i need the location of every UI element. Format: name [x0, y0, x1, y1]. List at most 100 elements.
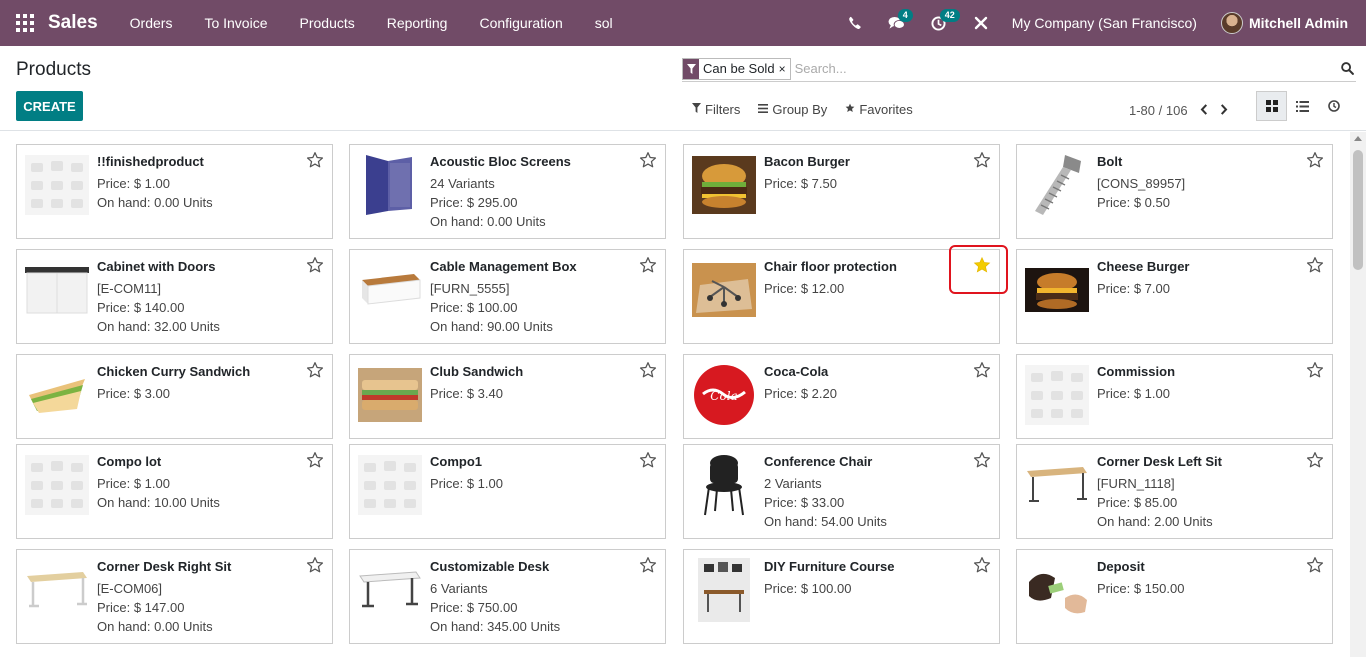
product-image	[358, 365, 422, 425]
product-card[interactable]: Cola Coca-Cola Price: $ 2.20	[683, 354, 1000, 439]
product-card[interactable]: Cheese Burger Price: $ 7.00	[1016, 249, 1333, 344]
filters-dropdown[interactable]: Filters	[692, 102, 740, 117]
favorite-star-icon[interactable]	[1306, 256, 1324, 274]
favorite-star-icon[interactable]	[639, 256, 657, 274]
product-image	[1025, 455, 1089, 515]
search-bar: Can be Sold ×	[682, 56, 1356, 82]
favorite-star-icon[interactable]	[639, 151, 657, 169]
product-info-line: Price: $ 1.00	[97, 476, 170, 491]
favorite-star-icon[interactable]	[306, 556, 324, 574]
search-input[interactable]	[794, 57, 1338, 80]
product-info-line: Price: $ 1.00	[430, 476, 503, 491]
favorite-star-icon[interactable]	[306, 151, 324, 169]
product-name: Conference Chair	[764, 454, 873, 469]
product-card[interactable]: Club Sandwich Price: $ 3.40	[349, 354, 666, 439]
messages-icon[interactable]: 4	[876, 0, 918, 46]
phone-icon[interactable]	[834, 0, 876, 46]
product-card[interactable]: Bacon Burger Price: $ 7.50	[683, 144, 1000, 239]
product-name: Chicken Curry Sandwich	[97, 364, 251, 379]
product-card[interactable]: Cabinet with Doors [E-COM11] Price: $ 140.…	[16, 249, 333, 344]
filter-icon	[683, 58, 699, 79]
pager-previous-icon[interactable]	[1200, 102, 1208, 118]
favorite-star-icon[interactable]	[973, 556, 991, 574]
product-name: Compo1	[430, 454, 482, 469]
product-info-line: 24 Variants	[430, 176, 495, 191]
product-card[interactable]: Compo1 Price: $ 1.00	[349, 444, 666, 539]
product-name: Cabinet with Doors	[97, 259, 216, 274]
activity-view-icon[interactable]	[1318, 91, 1349, 121]
product-card[interactable]: Chicken Curry Sandwich Price: $ 3.00	[16, 354, 333, 439]
product-card[interactable]: Deposit Price: $ 150.00	[1016, 549, 1333, 644]
favorite-star-icon[interactable]	[1306, 451, 1324, 469]
favorite-star-icon[interactable]	[306, 451, 324, 469]
product-details: Bolt [CONS_89957] Price: $ 0.50	[1097, 153, 1302, 212]
product-card[interactable]: Acoustic Bloc Screens 24 Variants Price: $…	[349, 144, 666, 239]
pager-next-icon[interactable]	[1220, 102, 1228, 118]
product-details: Chair floor protection Price: $ 12.00	[764, 258, 969, 298]
product-info-line: Price: $ 33.00	[764, 495, 845, 510]
favorite-star-icon[interactable]	[973, 361, 991, 379]
filter-facet: Can be Sold ×	[682, 57, 791, 80]
user-menu[interactable]: Mitchell Admin	[1220, 12, 1366, 34]
product-info-line: Price: $ 3.00	[97, 386, 170, 401]
kanban-view-icon[interactable]	[1256, 91, 1287, 121]
menu-products[interactable]: Products	[284, 0, 371, 46]
facet-remove-icon[interactable]: ×	[779, 59, 790, 79]
scroll-thumb[interactable]	[1353, 150, 1363, 270]
facet-label: Can be Sold	[703, 60, 775, 76]
product-card[interactable]: DIY Furniture Course Price: $ 100.00	[683, 549, 1000, 644]
product-info-line: [FURN_5555]	[430, 281, 510, 296]
favorites-dropdown[interactable]: Favorites	[845, 102, 913, 117]
create-button[interactable]: CREATE	[16, 91, 83, 121]
favorite-star-icon[interactable]	[639, 451, 657, 469]
list-view-icon[interactable]	[1287, 91, 1318, 121]
favorite-star-icon[interactable]	[1306, 556, 1324, 574]
scrollbar[interactable]	[1350, 132, 1366, 657]
product-card[interactable]: Compo lot Price: $ 1.00 On hand: 10.00 Uni…	[16, 444, 333, 539]
product-info-line: Price: $ 140.00	[97, 300, 185, 315]
menu-configuration[interactable]: Configuration	[463, 0, 578, 46]
product-image	[25, 365, 89, 425]
product-card[interactable]: Customizable Desk 6 Variants Price: $ 750.…	[349, 549, 666, 644]
favorite-star-icon[interactable]	[306, 361, 324, 379]
product-name: Corner Desk Right Sit	[97, 559, 232, 574]
product-details: Cheese Burger Price: $ 7.00	[1097, 258, 1302, 298]
activities-icon[interactable]: 42	[918, 0, 960, 46]
product-card[interactable]: Commission Price: $ 1.00	[1016, 354, 1333, 439]
apps-menu-icon[interactable]	[16, 14, 34, 32]
favorite-star-icon[interactable]	[973, 151, 991, 169]
product-card[interactable]: !!finishedproduct Price: $ 1.00 On hand: 0…	[16, 144, 333, 239]
menu-orders[interactable]: Orders	[114, 0, 189, 46]
search-icon[interactable]	[1338, 62, 1356, 75]
favorite-star-icon[interactable]	[639, 556, 657, 574]
favorite-highlight	[949, 245, 1008, 294]
product-info-line: Price: $ 750.00	[430, 600, 518, 615]
pager-value[interactable]: 1-80 / 106	[1129, 103, 1188, 118]
favorite-star-icon[interactable]	[973, 451, 991, 469]
product-card[interactable]: Conference Chair 2 Variants Price: $ 33.00…	[683, 444, 1000, 539]
product-details: Commission Price: $ 1.00	[1097, 363, 1302, 403]
product-image	[1025, 260, 1089, 320]
favorite-star-icon[interactable]	[1306, 151, 1324, 169]
product-details: DIY Furniture Course Price: $ 100.00	[764, 558, 969, 598]
product-card[interactable]: Corner Desk Left Sit [FURN_1118] Price: $ …	[1016, 444, 1333, 539]
groupby-dropdown[interactable]: Group By	[758, 102, 827, 117]
product-image	[358, 260, 422, 320]
favorite-star-icon[interactable]	[1306, 361, 1324, 379]
product-card[interactable]: Cable Management Box [FURN_5555] Price: $ …	[349, 249, 666, 344]
debug-tools-icon[interactable]	[960, 0, 1002, 46]
menu-reporting[interactable]: Reporting	[371, 0, 464, 46]
app-brand[interactable]: Sales	[48, 12, 98, 34]
favorite-star-icon[interactable]	[306, 256, 324, 274]
product-details: !!finishedproduct Price: $ 1.00 On hand: 0…	[97, 153, 302, 212]
product-card[interactable]: Corner Desk Right Sit [E-COM06] Price: $ 1…	[16, 549, 333, 644]
product-name: Chair floor protection	[764, 259, 897, 274]
company-switcher[interactable]: My Company (San Francisco)	[1002, 15, 1221, 31]
filters-label: Filters	[705, 102, 741, 117]
product-card[interactable]: Bolt [CONS_89957] Price: $ 0.50	[1016, 144, 1333, 239]
menu-sol[interactable]: sol	[579, 0, 629, 46]
favorite-star-icon[interactable]	[639, 361, 657, 379]
product-image	[692, 558, 756, 622]
menu-to-invoice[interactable]: To Invoice	[188, 0, 283, 46]
scroll-up-icon[interactable]	[1354, 136, 1362, 141]
